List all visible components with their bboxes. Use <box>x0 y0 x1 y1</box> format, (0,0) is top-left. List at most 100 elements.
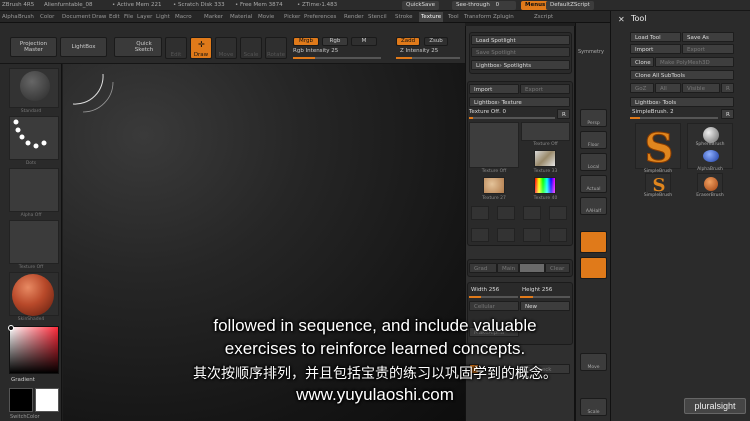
see-through-slider[interactable]: See-through 0 <box>452 1 516 10</box>
lightbox-tools-button[interactable]: Lightbox› Tools <box>630 97 734 107</box>
texture-tool-icon[interactable] <box>549 206 567 220</box>
texture-off-thumb-label: Texture Off <box>533 142 558 147</box>
material-thumbnail[interactable] <box>9 272 59 316</box>
cellular-button[interactable]: Cellular <box>469 301 519 311</box>
menu-render[interactable]: Render <box>344 14 364 20</box>
texture-current-thumb[interactable] <box>469 122 519 168</box>
menu-file[interactable]: File <box>124 14 133 20</box>
brush-thumbnail[interactable] <box>9 68 59 108</box>
switch-color-button[interactable]: SwitchColor <box>10 414 40 420</box>
menu-movie[interactable]: Movie <box>258 14 274 20</box>
stroke-thumbnail[interactable] <box>9 116 59 160</box>
menu-material[interactable]: Material <box>230 14 252 20</box>
floor-button[interactable]: Floor <box>580 131 607 149</box>
menu-layer[interactable]: Layer <box>137 14 152 20</box>
menu-zplugin[interactable]: Zplugin <box>493 14 514 20</box>
menu-preferences[interactable]: Preferences <box>304 14 336 20</box>
persp-button[interactable]: Persp <box>580 109 607 127</box>
menu-alpha[interactable]: Alpha <box>2 14 18 20</box>
m-button[interactable]: M <box>351 37 377 46</box>
texture-tool-icon[interactable] <box>549 228 567 242</box>
scale-button[interactable]: Scale <box>240 37 262 59</box>
load-spotlight-button[interactable]: Load Spotlight <box>471 35 570 45</box>
menu-stroke[interactable]: Stroke <box>395 14 413 20</box>
texture-tool-icon[interactable] <box>523 206 541 220</box>
texture-tool-icon[interactable] <box>471 228 489 242</box>
texture-export-button[interactable]: Export <box>520 84 570 94</box>
quicksave-button[interactable]: QuickSave <box>402 1 440 10</box>
menu-stencil[interactable]: Stencil <box>368 14 387 20</box>
texture-import-button[interactable]: Import <box>469 84 519 94</box>
menu-draw[interactable]: Draw <box>92 14 106 20</box>
menu-marker[interactable]: Marker <box>204 14 223 20</box>
lightbox-texture-button[interactable]: Lightbox› Texture <box>469 97 570 107</box>
load-tool-button[interactable]: Load Tool <box>630 32 681 42</box>
grad-button[interactable]: Grad <box>469 263 497 273</box>
aahalf-button[interactable]: AAHalf <box>580 197 607 215</box>
simplebrush-thumb-large[interactable]: S <box>635 123 681 173</box>
main-button[interactable]: Main <box>497 263 519 273</box>
clear-button[interactable]: Clear <box>545 263 570 273</box>
texture-tool-icon[interactable] <box>471 206 489 220</box>
menu-tool[interactable]: Tool <box>448 14 459 20</box>
all-button[interactable]: All <box>655 83 681 93</box>
texture-r-button[interactable]: R <box>557 109 570 119</box>
edit-button[interactable]: Edit <box>165 37 187 59</box>
clone-button[interactable]: Clone <box>630 57 654 67</box>
texture-thumbnail[interactable] <box>9 220 59 264</box>
subtitle-line-2: exercises to reinforce learned concepts. <box>224 339 526 358</box>
alpha-thumbnail[interactable] <box>9 168 59 212</box>
texture-tool-icon[interactable] <box>497 206 515 220</box>
frame-button[interactable] <box>580 231 607 253</box>
rotate-button[interactable]: Rotate <box>265 37 287 59</box>
new-texture-button[interactable]: New <box>520 301 570 311</box>
save-spotlight-button[interactable]: Save Spotlight <box>471 47 570 57</box>
tool-import-button[interactable]: Import <box>630 44 681 54</box>
rgb-button[interactable]: Rgb <box>322 37 348 46</box>
lightbox-spotlights-button[interactable]: Lightbox› Spotlights <box>471 60 570 70</box>
grad-swatch[interactable] <box>519 263 545 273</box>
menu-texture[interactable]: Texture <box>419 12 444 22</box>
texture-tool-icon[interactable] <box>497 228 515 242</box>
menu-brush[interactable]: Brush <box>18 14 34 20</box>
close-icon[interactable]: ✕ <box>618 15 625 24</box>
move-button[interactable]: Move <box>215 37 237 59</box>
zsub-button[interactable]: Zsub <box>424 37 448 46</box>
draw-button[interactable]: ✛ Draw <box>190 37 212 59</box>
current-tool-slider[interactable] <box>630 117 718 119</box>
clone-all-subtools-button[interactable]: Clone All SubTools <box>630 70 734 80</box>
local-button[interactable]: Local <box>580 153 607 171</box>
tool-export-button[interactable]: Export <box>682 44 734 54</box>
texture-slider[interactable] <box>469 117 555 119</box>
save-as-button[interactable]: Save As <box>682 32 734 42</box>
menu-macro[interactable]: Macro <box>175 14 192 20</box>
menu-color[interactable]: Color <box>40 14 54 20</box>
current-tool-r-button[interactable]: R <box>721 109 734 119</box>
zadd-button[interactable]: Zadd <box>396 37 420 46</box>
menu-zscript[interactable]: Zscript <box>534 14 553 20</box>
actual-button[interactable]: Actual <box>580 175 607 193</box>
texture-off-thumb[interactable] <box>521 122 570 141</box>
visible-button[interactable]: Visible <box>682 83 720 93</box>
simplebrush-thumb-small[interactable]: S <box>645 173 671 196</box>
projection-master-button[interactable]: Projection Master <box>10 37 57 57</box>
quick-sketch-button[interactable]: Quick Sketch <box>114 37 162 57</box>
texture-27-thumb[interactable] <box>483 177 505 194</box>
lightbox-button[interactable]: LightBox <box>60 37 107 57</box>
menu-picker[interactable]: Picker <box>284 14 300 20</box>
default-zscript-button[interactable]: DefaultZScript <box>546 1 594 10</box>
menu-transform[interactable]: Transform <box>464 14 491 20</box>
xyz-button[interactable] <box>580 257 607 279</box>
scratch-disk: • Scratch Disk 333 <box>173 2 225 8</box>
texture-tool-icon[interactable] <box>523 228 541 242</box>
texture-40-thumb[interactable] <box>534 177 556 194</box>
menu-edit[interactable]: Edit <box>109 14 120 20</box>
goz-r-button[interactable]: R <box>721 83 734 93</box>
menu-light[interactable]: Light <box>156 14 170 20</box>
eraserbrush-thumb[interactable] <box>697 173 723 193</box>
menu-document[interactable]: Document <box>62 14 91 20</box>
texture-33-thumb[interactable] <box>534 150 556 167</box>
make-polymesh-button[interactable]: Make PolyMesh3D <box>655 57 734 67</box>
goz-button[interactable]: GoZ <box>630 83 654 93</box>
mrgb-button[interactable]: Mrgb <box>293 37 319 46</box>
